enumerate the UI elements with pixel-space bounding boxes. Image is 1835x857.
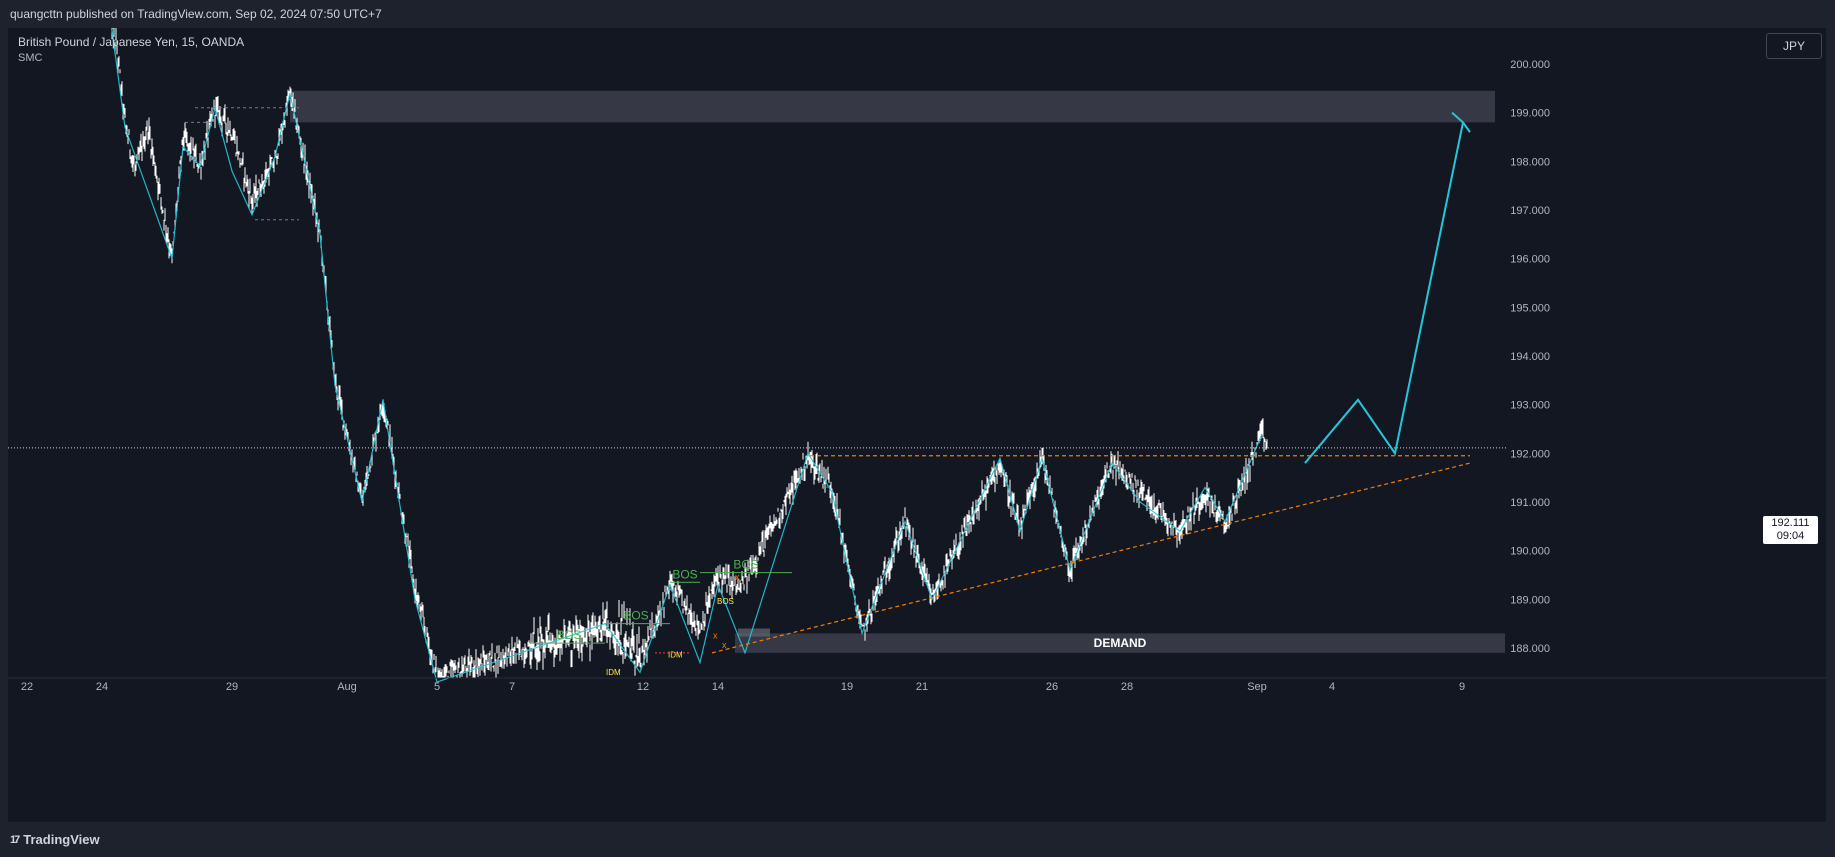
swing-marker: x: [713, 630, 718, 640]
y-tick-label: 192.000: [1510, 448, 1550, 460]
x-tick-label: 14: [712, 681, 724, 693]
x-tick-label: 7: [509, 681, 515, 693]
symbol-title: British Pound / Japanese Yen, 15, OANDA: [18, 35, 245, 49]
bos-label: BOS: [672, 567, 697, 581]
x-tick-label: 28: [1121, 681, 1133, 693]
indicator-label[interactable]: SMC: [18, 52, 42, 64]
bos-label: BOS: [733, 558, 758, 572]
swing-marker: x: [735, 572, 740, 582]
y-tick-label: 195.000: [1510, 302, 1550, 314]
chart-area[interactable]: DEMAND BOS BOS BOS BOS IDM IDM BOS x x x 200.000 1…: [8, 28, 1826, 822]
y-tick-label: 194.000: [1510, 351, 1550, 363]
x-tick-label: 29: [226, 681, 238, 693]
y-tick-label: 188.000: [1510, 643, 1550, 655]
x-tick-label: 24: [96, 681, 108, 693]
y-tick-label: 193.000: [1510, 400, 1550, 412]
x-tick-label: 26: [1046, 681, 1058, 693]
last-price-value: 192.111: [1771, 517, 1810, 529]
idm-label: BOS: [717, 597, 734, 606]
y-tick-label: 200.000: [1510, 59, 1550, 71]
bos-label: BOS: [623, 609, 648, 623]
y-tick-label: 197.000: [1510, 205, 1550, 217]
tradingview-logo-icon: 17: [10, 833, 20, 846]
x-tick-label: Sep: [1247, 681, 1267, 693]
zigzag-line: [111, 28, 1263, 683]
y-tick-label: 199.000: [1510, 108, 1550, 120]
idm-label: IDM: [606, 668, 621, 677]
mini-demand-block: [738, 628, 770, 637]
x-tick-label: 9: [1459, 681, 1465, 693]
currency-button[interactable]: JPY: [1766, 33, 1822, 59]
x-tick-label: 4: [1329, 681, 1335, 693]
y-tick-label: 190.000: [1510, 546, 1550, 558]
publish-info: quangcttn published on TradingView.com, …: [10, 7, 382, 21]
bos-label: BOS: [556, 628, 581, 642]
x-tick-label: 21: [916, 681, 928, 693]
y-tick-label: 189.000: [1510, 594, 1550, 606]
x-tick-label: 12: [637, 681, 649, 693]
idm-label: IDM: [668, 651, 683, 660]
top-bar: quangcttn published on TradingView.com, …: [0, 0, 1835, 28]
x-tick-label: 19: [841, 681, 853, 693]
x-tick-label: Aug: [337, 681, 357, 693]
x-tick-label: 5: [434, 681, 440, 693]
support-trendline: [711, 462, 1471, 654]
x-tick-label: 22: [21, 681, 33, 693]
brand-name: TradingView: [23, 832, 100, 847]
last-price-tag: 192.111 09:04: [1763, 516, 1818, 544]
supply-zone: [290, 90, 1495, 123]
y-tick-label: 198.000: [1510, 156, 1550, 168]
bar-countdown: 09:04: [1776, 530, 1805, 542]
brand-logo[interactable]: 17 TradingView: [10, 832, 100, 847]
y-tick-label: 196.000: [1510, 254, 1550, 266]
swing-marker: x: [722, 640, 727, 650]
forecast-arrow-path: [1304, 122, 1464, 464]
bottom-bar: [0, 822, 1835, 857]
price-chart[interactable]: DEMAND BOSBOSBOSBOSIDMIDMBOSxxx 200.0001…: [8, 28, 1826, 822]
y-tick-label: 191.000: [1510, 497, 1550, 509]
demand-label: DEMAND: [1094, 636, 1147, 650]
